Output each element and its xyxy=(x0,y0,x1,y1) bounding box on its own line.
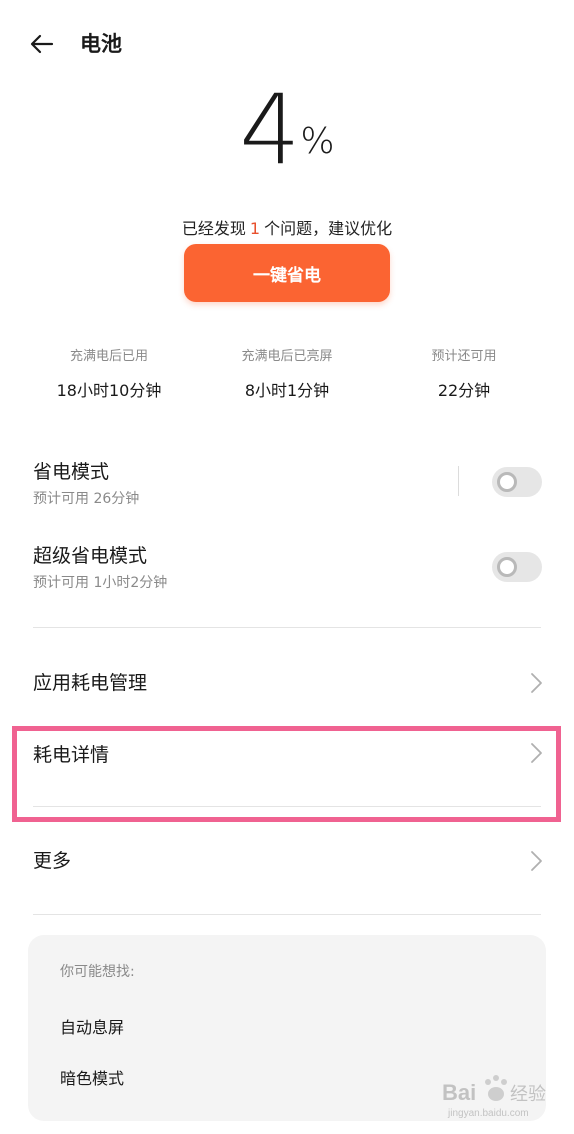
stat-screen-on-since-full: 充满电后已亮屏 8小时1分钟 xyxy=(197,348,377,402)
battery-percentage: 4 % xyxy=(0,70,574,180)
suggestion-auto-screen-off[interactable]: 自动息屏 xyxy=(60,1017,124,1039)
power-saving-mode-title: 省电模式 xyxy=(33,461,110,483)
section-divider xyxy=(33,627,541,628)
issue-summary: 已经发现 1 个问题，建议优化 xyxy=(0,218,574,240)
watermark-url: jingyan.baidu.com xyxy=(447,1108,529,1119)
vertical-separator xyxy=(458,466,459,496)
baidu-jingyan-logo: Bai 经验 jingyan.baidu.com xyxy=(440,1072,560,1120)
issue-suffix: 个问题，建议优化 xyxy=(264,219,393,238)
row-more[interactable]: 更多 xyxy=(0,828,574,898)
stat-value: 8小时1分钟 xyxy=(244,381,330,400)
stat-label: 充满电后已亮屏 xyxy=(241,349,333,364)
issue-count: 1 xyxy=(249,219,261,238)
super-power-saving-mode-subtitle: 预计可用 1小时2分钟 xyxy=(33,575,168,591)
super-power-saving-mode-title: 超级省电模式 xyxy=(33,545,148,567)
chevron-right-icon xyxy=(531,673,542,693)
back-button[interactable] xyxy=(26,28,58,60)
svg-text:Bai: Bai xyxy=(442,1080,476,1105)
suggestion-dark-mode[interactable]: 暗色模式 xyxy=(60,1068,124,1090)
stat-used-since-full: 充满电后已用 18小时10分钟 xyxy=(19,348,199,402)
stat-label: 充满电后已用 xyxy=(69,349,148,364)
arrow-left-icon xyxy=(30,34,54,54)
stat-value: 22分钟 xyxy=(437,381,491,400)
svg-text:经验: 经验 xyxy=(510,1084,546,1105)
one-click-save-button[interactable]: 一键省电 xyxy=(184,244,390,302)
highlight-annotation xyxy=(12,726,561,822)
battery-percent-value: 4 xyxy=(239,74,300,186)
super-power-saving-mode-toggle[interactable] xyxy=(492,552,542,582)
chevron-right-icon xyxy=(531,851,542,871)
toggle-knob xyxy=(497,472,517,492)
row-label: 应用耗电管理 xyxy=(33,672,148,694)
row-app-power-management[interactable]: 应用耗电管理 xyxy=(0,650,574,720)
stat-estimated-remaining: 预计还可用 22分钟 xyxy=(374,348,554,402)
battery-percent-unit: % xyxy=(300,121,335,162)
toggle-knob xyxy=(497,557,517,577)
row-label: 更多 xyxy=(33,850,72,872)
power-saving-mode-toggle[interactable] xyxy=(492,467,542,497)
stat-label: 预计还可用 xyxy=(431,349,497,364)
stat-value: 18小时10分钟 xyxy=(56,381,162,400)
row-divider xyxy=(33,914,541,915)
issue-prefix: 已经发现 xyxy=(181,219,246,238)
page-title: 电池 xyxy=(80,32,122,56)
suggestions-heading: 你可能想找: xyxy=(60,964,135,980)
power-saving-mode-subtitle: 预计可用 26分钟 xyxy=(33,491,140,507)
